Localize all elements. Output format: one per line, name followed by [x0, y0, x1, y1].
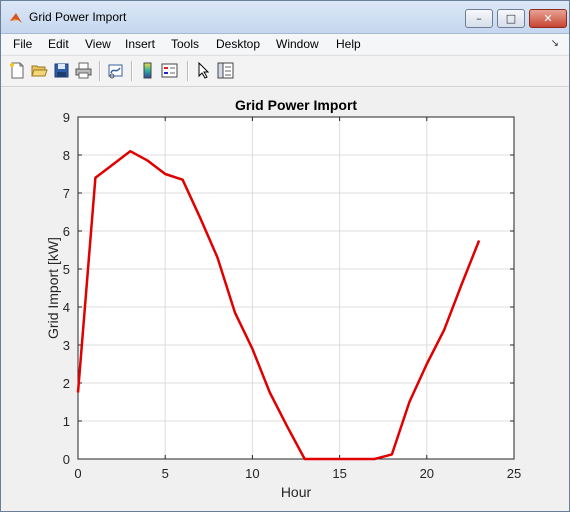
y-tick-label: 8 — [63, 148, 70, 163]
x-axis-label: Hour — [281, 484, 312, 500]
x-tick-label: 0 — [74, 466, 81, 481]
y-tick-label: 7 — [63, 186, 70, 201]
figure-window: Grid Power Import – □ ✕ File Edit View I… — [0, 0, 570, 512]
x-tick-label: 10 — [245, 466, 259, 481]
y-tick-label: 9 — [63, 110, 70, 125]
matlab-logo-icon — [9, 11, 23, 25]
y-tick-label: 0 — [63, 452, 70, 467]
menu-view[interactable]: View — [85, 37, 111, 51]
menu-bar: File Edit View Insert Tools Desktop Wind… — [1, 34, 569, 54]
insert-legend-icon[interactable] — [161, 62, 178, 79]
pointer-icon[interactable] — [195, 62, 212, 79]
y-tick-label: 4 — [63, 300, 70, 315]
open-file-icon[interactable] — [31, 62, 48, 79]
x-tick-label: 20 — [420, 466, 434, 481]
figure-canvas[interactable]: 0 5 10 15 20 25 0 1 2 3 4 5 6 7 8 9 Grid Power Import H… — [1, 87, 569, 511]
menu-tools[interactable]: Tools — [171, 37, 199, 51]
axes-background — [78, 117, 514, 459]
menu-edit[interactable]: Edit — [48, 37, 69, 51]
window-title: Grid Power Import — [29, 10, 126, 24]
y-tick-label: 3 — [63, 338, 70, 353]
toolbar-separator — [131, 61, 133, 81]
maximize-button[interactable]: □ — [497, 9, 525, 28]
y-tick-label: 5 — [63, 262, 70, 277]
save-icon[interactable] — [53, 62, 70, 79]
chevron-down-icon[interactable]: ↘ — [551, 38, 559, 49]
menu-insert[interactable]: Insert — [125, 37, 155, 51]
menu-window[interactable]: Window — [276, 37, 319, 51]
toolbar-separator — [187, 61, 189, 81]
property-editor-icon[interactable] — [217, 62, 234, 79]
link-plot-icon[interactable] — [107, 62, 124, 79]
new-figure-icon[interactable] — [9, 62, 26, 79]
y-axis-label: Grid Import [kW] — [45, 237, 61, 339]
print-icon[interactable] — [75, 62, 92, 79]
y-tick-label: 1 — [63, 414, 70, 429]
x-tick-label: 25 — [507, 466, 521, 481]
toolbar-separator — [99, 61, 101, 81]
y-tick-label: 2 — [63, 376, 70, 391]
insert-colorbar-icon[interactable] — [139, 62, 156, 79]
line-chart[interactable]: 0 5 10 15 20 25 0 1 2 3 4 5 6 7 8 9 Grid Power Import H… — [1, 87, 569, 511]
menu-help[interactable]: Help — [336, 37, 361, 51]
minimize-button[interactable]: – — [465, 9, 493, 28]
x-tick-label: 5 — [162, 466, 169, 481]
close-button[interactable]: ✕ — [529, 9, 567, 28]
menu-file[interactable]: File — [13, 37, 32, 51]
menu-desktop[interactable]: Desktop — [216, 37, 260, 51]
chart-title: Grid Power Import — [235, 97, 357, 113]
y-tick-label: 6 — [63, 224, 70, 239]
title-bar[interactable]: Grid Power Import – □ ✕ — [1, 1, 569, 34]
x-tick-label: 15 — [332, 466, 346, 481]
figure-toolbar — [1, 55, 569, 87]
